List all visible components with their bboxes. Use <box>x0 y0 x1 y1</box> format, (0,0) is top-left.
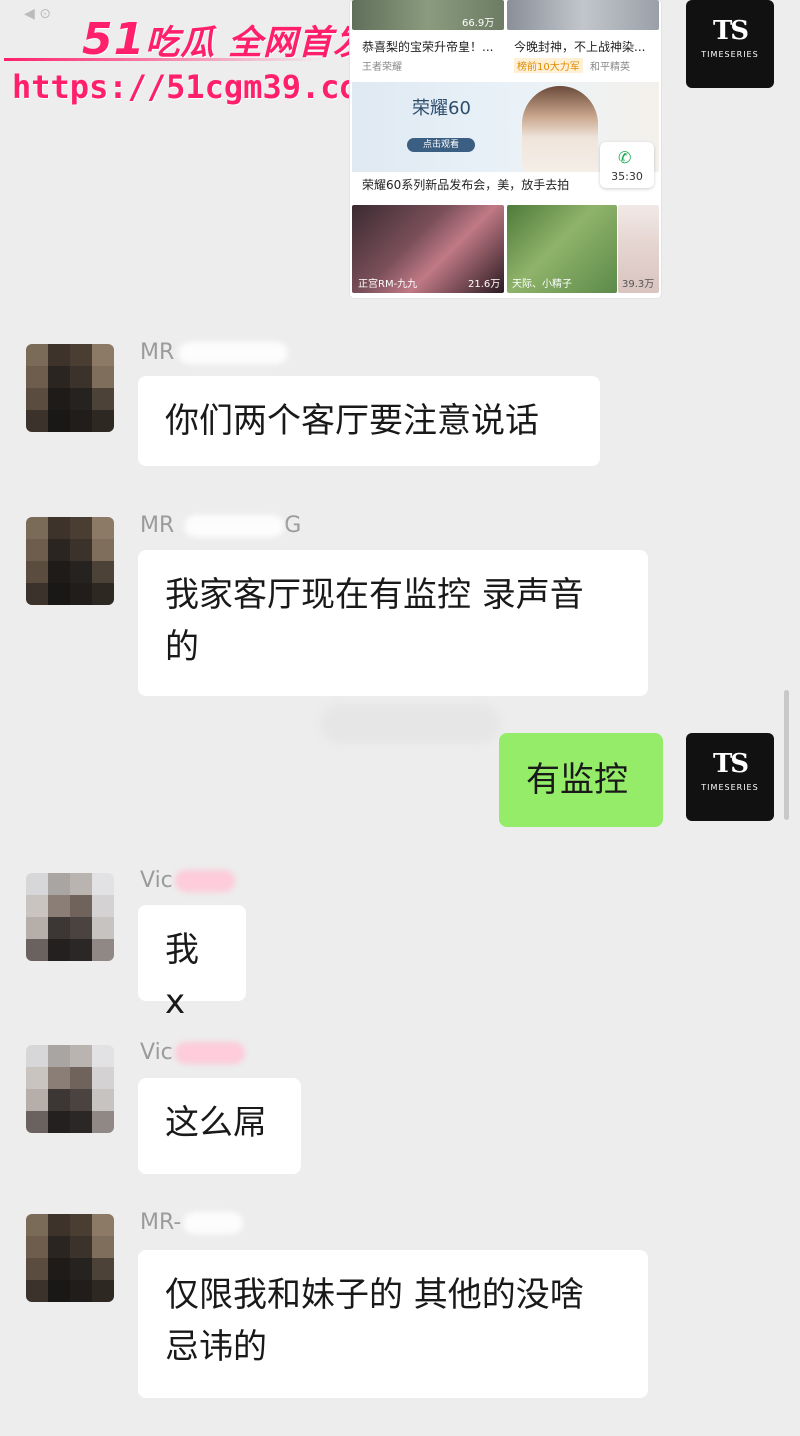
my-avatar[interactable]: TS TIMESERIES <box>686 0 774 88</box>
sender-name: MR G <box>140 513 302 538</box>
message-text-line: 仅限我和妹子的 其他的没啥 <box>165 1275 584 1315</box>
views-count: 39.3万 <box>622 279 655 290</box>
sender-name: Vic <box>140 1040 245 1065</box>
call-card: ✆ 35:30 <box>600 142 654 188</box>
thumbnail-image <box>507 0 659 30</box>
banner-button: 点击观看 <box>407 138 475 152</box>
avatar[interactable] <box>26 1045 114 1133</box>
message-text: 我x <box>165 930 199 1022</box>
call-duration: 35:30 <box>611 170 643 183</box>
brand-logo-word: TIMESERIES <box>701 783 759 792</box>
brand-logo-word: TIMESERIES <box>701 50 759 59</box>
sender-name: MR- <box>140 1210 244 1235</box>
banner-person-image <box>522 86 598 172</box>
phone-icon: ✆ <box>618 148 632 167</box>
promo-banner: 荣耀60 点击观看 ✆ 35:30 <box>352 82 659 188</box>
message-bubble[interactable]: 这么屌 <box>138 1078 301 1174</box>
avatar[interactable] <box>26 873 114 961</box>
message-bubble[interactable]: 你们两个客厅要注意说话 <box>138 376 600 466</box>
brand-logo-mark: TS <box>712 749 749 779</box>
views-count: 21.6万 <box>468 279 501 290</box>
views-count: 66.9万 <box>462 18 495 29</box>
message-bubble[interactable]: 我x <box>138 905 246 1022</box>
video-caption: 今晚封神，不上战神染... <box>514 40 646 54</box>
pixelated-avatar-image <box>26 1214 114 1302</box>
shared-image-message[interactable]: 66.9万 恭喜梨的宝荣升帝皇！... 王者荣耀 今晚封神，不上战神染... 榜… <box>350 0 661 298</box>
rank-tag: 榜前10大力军 <box>514 58 583 73</box>
video-source: 和平精英 <box>590 62 630 73</box>
banner-title: 荣耀60 <box>412 98 471 119</box>
sender-name: Vic <box>140 868 235 893</box>
message-text: 这么屌 <box>165 1103 267 1143</box>
blurred-system-notice <box>320 704 500 744</box>
pixelated-avatar-image <box>26 1045 114 1133</box>
message-bubble[interactable]: 我家客厅现在有监控 录声音 的 <box>138 550 648 696</box>
pixelated-avatar-image <box>26 517 114 605</box>
avatar[interactable] <box>26 344 114 432</box>
message-text-line: 我家客厅现在有监控 录声音 <box>165 575 584 615</box>
video-caption: 恭喜梨的宝荣升帝皇！... <box>362 40 494 54</box>
message-text-line: 忌讳的 <box>165 1327 267 1367</box>
my-message-bubble[interactable]: 有监控 <box>499 733 663 827</box>
message-text: 有监控 <box>526 760 628 800</box>
message-text: 你们两个客厅要注意说话 <box>165 401 539 441</box>
scrollbar[interactable] <box>784 690 789 820</box>
video-source: 王者荣耀 <box>362 62 402 73</box>
avatar[interactable] <box>26 1214 114 1302</box>
watermark-url: https://51cgm39.com <box>12 68 379 106</box>
brand-logo-mark: TS <box>712 16 749 46</box>
streamer-label: 正宫RM-九九 <box>358 279 418 290</box>
pixelated-avatar-image <box>26 873 114 961</box>
streamer-label: 天际、小精子 <box>512 279 572 290</box>
avatar[interactable] <box>26 517 114 605</box>
my-avatar[interactable]: TS TIMESERIES <box>686 733 774 821</box>
message-text-line: 的 <box>165 627 199 667</box>
watermark-divider <box>4 58 324 61</box>
sender-name: MR <box>140 340 289 365</box>
message-bubble[interactable]: 仅限我和妹子的 其他的没啥 忌讳的 <box>138 1250 648 1398</box>
pixelated-avatar-image <box>26 344 114 432</box>
banner-caption: 荣耀60系列新品发布会，美，放手去拍 <box>362 178 570 192</box>
status-icons: ◀ ⊙ <box>24 6 51 22</box>
